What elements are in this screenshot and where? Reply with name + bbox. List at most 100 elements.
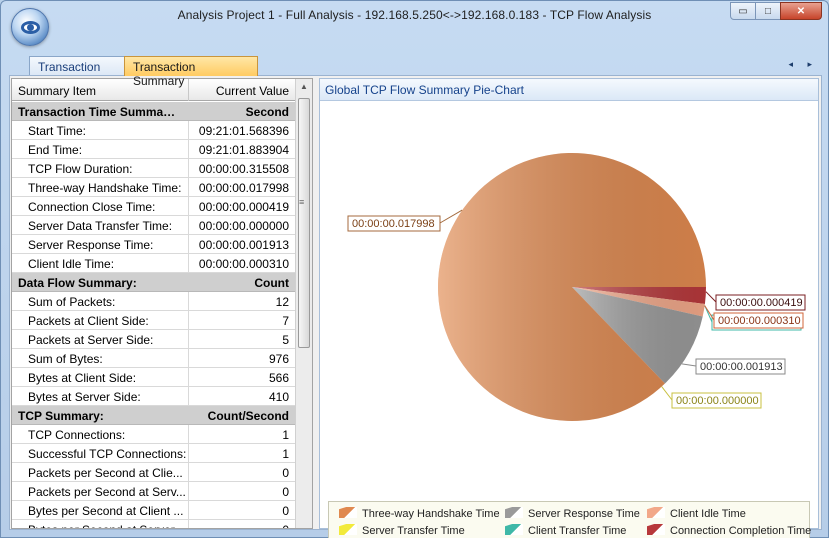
grid-rows: Transaction Time Summary: Second Start Tim… (12, 102, 295, 528)
table-row[interactable]: End Time: 09:21:01.883904 (12, 140, 295, 159)
table-row[interactable]: Successful TCP Connections: 1 (12, 444, 295, 463)
legend-label: Client Idle Time (670, 508, 746, 520)
legend-label: Connection Completion Time (670, 525, 812, 537)
callout-leader-line (704, 305, 715, 321)
row-label: Server Data Transfer Time: (28, 219, 173, 233)
row-label: Successful TCP Connections: (28, 447, 187, 461)
row-label: Bytes per Second at Client ... (28, 504, 184, 518)
row-label: Sum of Packets: (28, 295, 116, 309)
section-header-row[interactable]: TCP Summary: Count/Second (12, 406, 295, 425)
row-value: 0 (188, 463, 295, 482)
app-eye-icon[interactable] (11, 8, 49, 46)
legend-swatch-icon (339, 507, 357, 518)
table-row[interactable]: Bytes per Second at Server...0 (12, 520, 295, 528)
table-row[interactable]: Packets per Second at Serv... 0 (12, 482, 295, 501)
table-row[interactable]: Sum of Bytes: 976 (12, 349, 295, 368)
table-row[interactable]: Bytes at Client Side: 566 (12, 368, 295, 387)
chart-panel-title: Global TCP Flow Summary Pie-Chart (320, 79, 818, 101)
table-row[interactable]: Sum of Packets: 12 (12, 292, 295, 311)
table-row[interactable]: Server Data Transfer Time: 00:00:00.00000… (12, 216, 295, 235)
legend-item[interactable]: Client Idle Time (647, 507, 746, 520)
table-row[interactable]: Start Time: 09:21:01.568396 (12, 121, 295, 140)
pie-value-label: 00:00:00.000000 (676, 395, 759, 407)
row-value: 5 (188, 330, 295, 349)
row-value: 1 (188, 444, 295, 463)
legend-item[interactable]: Server Response Time (505, 507, 640, 520)
chart-panel: Global TCP Flow Summary Pie-Chart 00:00:… (319, 78, 819, 538)
window-title: Analysis Project 1 - Full Analysis - 192… (177, 8, 652, 22)
chart-legend: Three-way Handshake Time Server Response … (328, 501, 811, 538)
legend-label: Three-way Handshake Time (362, 508, 500, 520)
legend-item[interactable]: Three-way Handshake Time (339, 507, 500, 520)
legend-item[interactable]: Server Transfer Time (339, 524, 465, 537)
row-value: 566 (188, 368, 295, 387)
table-row[interactable]: Three-way Handshake Time: 00:00:00.017998 (12, 178, 295, 197)
table-row[interactable]: Packets per Second at Clie... 0 (12, 463, 295, 482)
table-row[interactable]: Bytes per Second at Client ... 0 (12, 501, 295, 520)
legend-swatch-icon (647, 524, 665, 535)
row-value: 00:00:00.000310 (188, 254, 295, 273)
section-header-row[interactable]: Data Flow Summary: Count (12, 273, 295, 292)
tab-transaction-summary[interactable]: Transaction Summary (124, 56, 258, 88)
app-window: Analysis Project 1 - Full Analysis - 192… (0, 0, 829, 538)
row-label: Connection Close Time: (28, 200, 156, 214)
legend-swatch-icon (647, 507, 665, 518)
row-value: 0 (188, 482, 295, 501)
tab-scroll-arrows-icon[interactable]: ◂ ▸ (788, 59, 818, 70)
row-label: TCP Flow Duration: (28, 162, 133, 176)
row-value: 12 (188, 292, 295, 311)
row-label: Data Flow Summary: (18, 276, 137, 290)
row-label: Sum of Bytes: (28, 352, 103, 366)
callout-leader-line (681, 363, 697, 367)
column-header-current-value[interactable]: Current Value (188, 79, 295, 101)
pie-value-label: 00:00:00.017998 (352, 218, 435, 230)
row-label: Bytes at Server Side: (28, 390, 141, 404)
row-label: Packets per Second at Serv... (28, 485, 186, 499)
row-label: TCP Summary: (18, 409, 104, 423)
row-value: Count (254, 276, 289, 290)
table-row[interactable]: Connection Close Time: 00:00:00.000419 (12, 197, 295, 216)
table-row[interactable]: Server Response Time: 00:00:00.001913 (12, 235, 295, 254)
row-label: Client Idle Time: (28, 257, 115, 271)
row-label: Server Response Time: (28, 238, 154, 252)
summary-grid: Summary Item Current Value Transaction T… (11, 78, 313, 529)
row-label: Three-way Handshake Time: (28, 181, 182, 195)
close-button[interactable]: ✕ (780, 2, 822, 20)
row-label: Bytes at Client Side: (28, 371, 137, 385)
vertical-scrollbar[interactable]: ▲ ≡ (295, 79, 312, 528)
table-row[interactable]: Client Idle Time: 00:00:00.000310 (12, 254, 295, 273)
scroll-grip-icon: ≡ (299, 197, 305, 207)
row-value: Second (245, 105, 289, 119)
row-value: 7 (188, 311, 295, 330)
table-row[interactable]: TCP Flow Duration: 00:00:00.315508 (12, 159, 295, 178)
row-value: 0 (188, 501, 295, 520)
legend-item[interactable]: Client Transfer Time (505, 524, 626, 537)
scroll-thumb[interactable] (298, 98, 310, 348)
legend-label: Client Transfer Time (528, 525, 627, 537)
section-header-row[interactable]: Transaction Time Summary: Second (12, 102, 295, 121)
legend-swatch-icon (505, 524, 523, 535)
pie-value-label: 00:00:00.000419 (720, 297, 803, 309)
table-row[interactable]: Bytes at Server Side: 410 (12, 387, 295, 406)
legend-swatch-icon (339, 524, 357, 535)
row-value: 00:00:00.017998 (188, 178, 295, 197)
scroll-up-arrow-icon[interactable]: ▲ (296, 79, 312, 96)
row-label: TCP Connections: (28, 428, 126, 442)
row-value: 09:21:01.883904 (188, 140, 295, 159)
table-row[interactable]: TCP Connections: 1 (12, 425, 295, 444)
tab-bar: Transaction List Transaction Summary ◂ ▸ (9, 56, 822, 88)
legend-swatch-icon (505, 507, 523, 518)
row-label: Packets per Second at Clie... (28, 466, 183, 480)
tab-transaction-list[interactable]: Transaction List (29, 56, 127, 88)
legend-item[interactable]: Connection Completion Time (647, 524, 811, 537)
table-row[interactable]: Packets at Server Side: 5 (12, 330, 295, 349)
title-bar[interactable]: Analysis Project 1 - Full Analysis - 192… (1, 1, 828, 46)
row-value: 00:00:00.000419 (188, 197, 295, 216)
restore-button[interactable]: □ (755, 2, 781, 20)
pie-chart: 00:00:00.017998 00:00:00.000419 00:00:00.0… (347, 152, 806, 421)
minimize-button[interactable]: ▭ (730, 2, 756, 20)
column-header-summary-item[interactable]: Summary Item (18, 84, 96, 98)
callout-leader-line (705, 291, 717, 303)
table-row[interactable]: Packets at Client Side: 7 (12, 311, 295, 330)
row-value: 976 (188, 349, 295, 368)
